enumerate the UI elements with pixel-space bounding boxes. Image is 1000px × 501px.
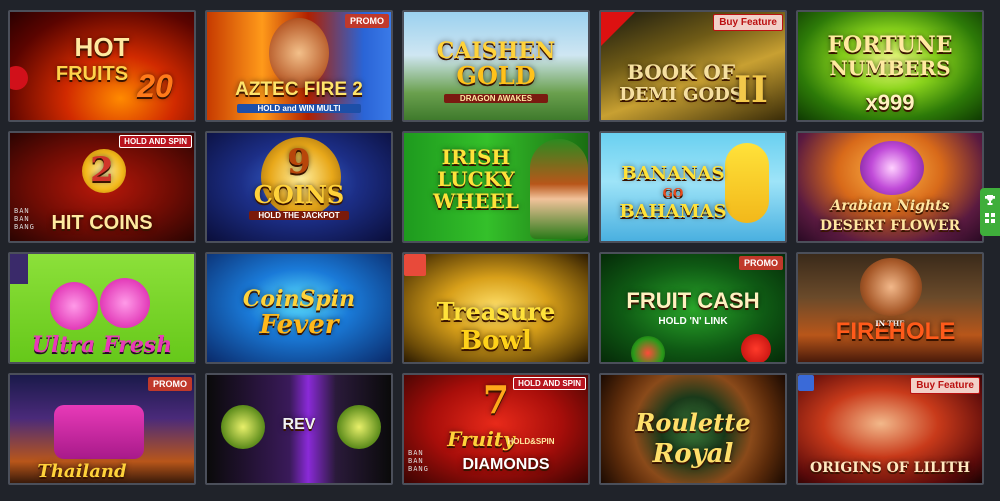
game-title-line3: II (734, 69, 768, 111)
game-tile-aztec-fire-2[interactable]: PROMO AZTEC FIRE 2 HOLD and WIN MULTI (205, 10, 393, 122)
provider-logo (404, 254, 426, 276)
game-title-line3: DIAMONDS (462, 456, 550, 473)
game-subtitle: HOLD THE JACKPOT (249, 211, 349, 220)
game-tile-fortune-numbers[interactable]: FORTUNE NUMBERS x999 (796, 10, 984, 122)
game-title-line2: LUCKY (437, 167, 515, 191)
buy-feature-badge: Buy Feature (910, 377, 980, 394)
game-title: Thailand (37, 461, 127, 482)
game-title-line2: NUMBERS (829, 56, 951, 80)
side-tab[interactable] (980, 188, 1000, 236)
game-tile-origins-of-lilith[interactable]: Buy Feature ORIGINS OF LILITH (796, 373, 984, 485)
games-grid: HOT FRUITS 20 PROMO AZTEC FIRE 2 HOLD an… (8, 10, 994, 494)
game-tile-hit-coins-2[interactable]: HOLD AND SPIN 2 HIT COINS BAN BAN BANG (8, 131, 196, 243)
game-tile-caishen-gold[interactable]: CAISHEN GOLD DRAGON AWAKES (402, 10, 590, 122)
promo-badge: PROMO (147, 377, 192, 391)
game-title-line1: Treasure (436, 297, 556, 326)
game-tile-coin-spin-fever[interactable]: CoinSpin Fever (205, 252, 393, 364)
game-subtitle: HOLD and WIN MULTI (237, 104, 361, 113)
game-tile-9-coins[interactable]: 9 COINS HOLD THE JACKPOT (205, 131, 393, 243)
game-title: Ultra Fresh (31, 332, 173, 358)
game-title-line1: BANANAS (621, 163, 725, 184)
game-title-line1: HOT (74, 32, 130, 62)
game-title-line2: GO (662, 186, 684, 200)
game-title-line1: CoinSpin (242, 286, 356, 312)
game-tile-hot-fruits-20[interactable]: HOT FRUITS 20 (8, 10, 196, 122)
game-tile-thailand[interactable]: PROMO Thailand (8, 373, 196, 485)
game-title-line1: Arabian Nights (830, 198, 950, 214)
game-title-line3: HOLE (888, 318, 956, 345)
flower-icon (860, 141, 924, 195)
game-title-line2: Fever (259, 310, 339, 340)
game-tile-fire-in-the-hole[interactable]: FIRE IN THE HOLE (796, 252, 984, 364)
grid-icon (985, 213, 995, 223)
game-title-number: 2 (90, 150, 114, 190)
game-title-line3: WHEEL (433, 189, 519, 213)
game-title: HIT COINS (51, 212, 153, 234)
raspberry-icon (50, 282, 98, 330)
game-title: FRUIT CASH (626, 288, 760, 313)
studio-logo: BAN BAN BANG (408, 449, 429, 473)
game-tile-irish-lucky-wheel[interactable]: IRISH LUCKY WHEEL (402, 131, 590, 243)
game-title: COINS (253, 180, 345, 209)
game-subtitle: DRAGON AWAKES (444, 94, 548, 103)
game-multiplier: x999 (865, 90, 915, 115)
promo-badge: PROMO (344, 14, 389, 28)
provider-logo (10, 254, 28, 284)
corner-ribbon (601, 12, 635, 46)
game-title-number: 9 (287, 142, 311, 182)
game-title-line2: DESERT FLOWER (819, 218, 961, 234)
tuk-tuk (54, 405, 144, 459)
game-subtitle: HOLD 'N' LINK (658, 316, 728, 327)
game-subtitle: HOLD&SPIN (507, 437, 555, 446)
studio-logo: BAN BAN BANG (14, 207, 35, 231)
game-title-line1: FORTUNE (827, 32, 953, 58)
trophy-icon (985, 195, 995, 205)
provider-logo (798, 375, 814, 391)
warrior-portrait (269, 18, 329, 88)
game-tile-rev[interactable]: REV (205, 373, 393, 485)
game-title-line2: Bowl (460, 326, 532, 356)
game-tile-fruit-cash[interactable]: PROMO FRUIT CASH HOLD 'N' LINK (599, 252, 787, 364)
game-tile-roulette-royal[interactable]: Roulette Royal (599, 373, 787, 485)
game-title: AZTEC FIRE 2 (235, 79, 363, 100)
game-title-line1: IRISH (441, 145, 511, 169)
game-title: ORIGINS OF LILITH (809, 460, 971, 476)
game-title-line2: Royal (652, 439, 734, 469)
game-title-line2: GOLD (456, 61, 536, 90)
watermelon-icon (631, 336, 665, 362)
raspberry-icon (100, 278, 150, 328)
game-tile-bananas-go-bahamas[interactable]: BANANAS GO BAHAMAS (599, 131, 787, 243)
strawberry-icon (741, 334, 771, 362)
miner-portrait (860, 258, 922, 316)
hold-and-spin-badge: HOLD AND SPIN (119, 135, 192, 148)
game-tile-fruity-diamonds[interactable]: HOLD AND SPIN 7 Fruity HOLD&SPIN DIAMOND… (402, 373, 590, 485)
game-title-line1: Roulette (635, 408, 751, 437)
buy-feature-badge: Buy Feature (713, 14, 783, 31)
game-tile-book-of-demi-gods-2[interactable]: Buy Feature BOOK OF DEMI GODS II (599, 10, 787, 122)
game-title-line3: BAHAMAS (619, 201, 727, 222)
game-title-line1: CAISHEN (436, 38, 556, 64)
game-tile-treasure-bowl[interactable]: Treasure Bowl (402, 252, 590, 364)
game-title-number: 7 (482, 377, 510, 422)
game-tile-ultra-fresh[interactable]: Ultra Fresh (8, 252, 196, 364)
game-title: REV (282, 416, 316, 433)
game-title-line3: 20 (137, 68, 173, 104)
promo-badge: PROMO (738, 256, 783, 270)
game-tile-desert-flower[interactable]: Arabian Nights DESERT FLOWER (796, 131, 984, 243)
